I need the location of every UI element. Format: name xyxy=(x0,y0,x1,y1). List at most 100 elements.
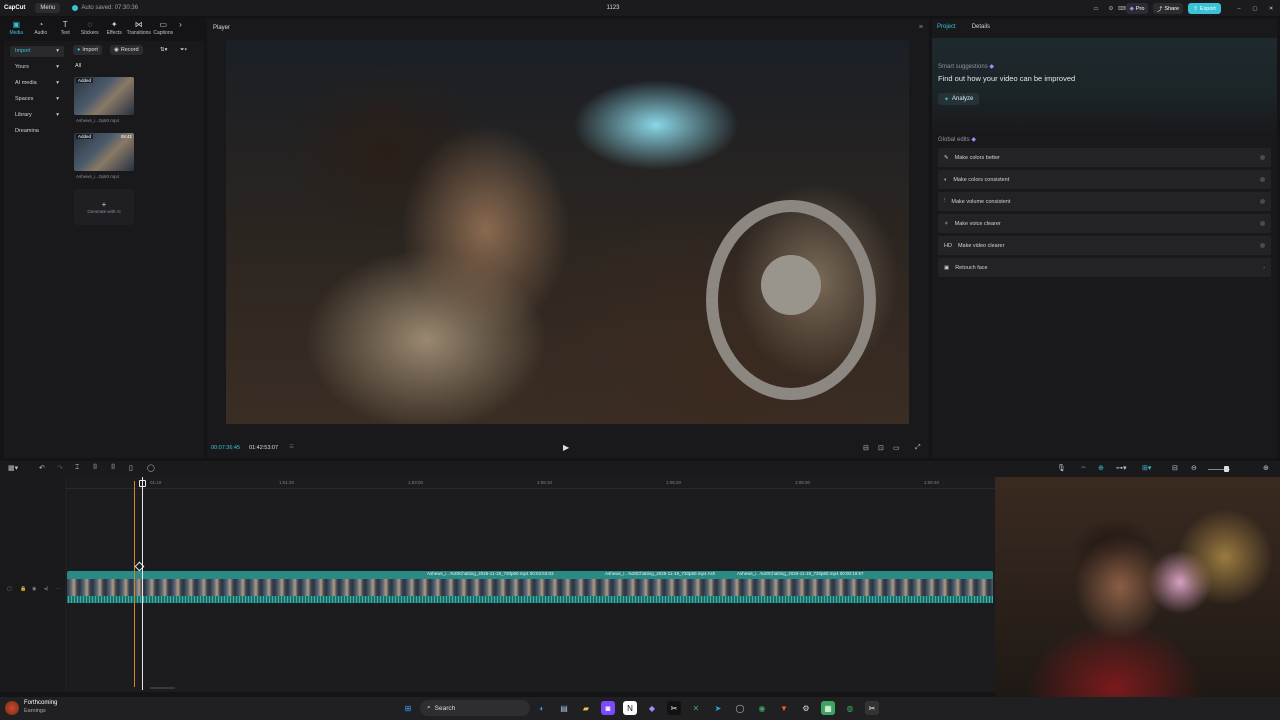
ratio-icon[interactable]: ▭ xyxy=(893,444,900,452)
caption-icon[interactable]: ⊟ xyxy=(1172,464,1178,472)
tab-media[interactable]: ▣ Media xyxy=(4,19,29,39)
settings-icon[interactable]: ⚙ xyxy=(1106,3,1116,14)
tab-transitions[interactable]: ⋈ Transitions xyxy=(127,19,152,39)
project-title[interactable]: 1123 xyxy=(600,5,626,11)
tab-stickers[interactable]: ◌ Stickers xyxy=(78,19,103,39)
filter-icon[interactable]: ⏷▾ xyxy=(176,45,191,55)
steam-icon[interactable]: ⚙ xyxy=(799,701,813,715)
tab-captions[interactable]: ▭ Captions xyxy=(151,19,176,39)
more-icon[interactable]: ⋯ xyxy=(56,586,61,592)
toggle-indicator[interactable] xyxy=(1260,177,1265,182)
spotify-icon[interactable]: ◍ xyxy=(843,701,857,715)
nav-ai-media[interactable]: AI media ▾ xyxy=(10,78,64,89)
brave-icon[interactable]: ▼ xyxy=(777,701,791,715)
undo-icon[interactable]: ↶ xyxy=(39,464,45,472)
timeline[interactable]: ▢ 🔒 ◉ ◂) ⋯ 01:10 1:01:20 1:03:00 1:06:10… xyxy=(0,477,995,692)
notion-icon[interactable]: N xyxy=(623,701,637,715)
timecode-list-icon[interactable]: ☰ xyxy=(289,444,294,450)
minecraft-icon[interactable]: ▦ xyxy=(821,701,835,715)
microphone-icon[interactable]: 🎙 xyxy=(1057,464,1066,472)
windows-start-icon[interactable]: ⊞ xyxy=(401,701,415,715)
import-button[interactable]: ● Import xyxy=(73,45,102,55)
obsidian-icon[interactable]: ◆ xyxy=(645,701,659,715)
tab-effects[interactable]: ✦ Effects xyxy=(102,19,127,39)
split-right-icon[interactable]: ⌷ xyxy=(111,464,115,472)
telegram-icon[interactable]: ➤ xyxy=(711,701,725,715)
zoom-slider-handle[interactable] xyxy=(1224,466,1229,472)
track-cover-icon[interactable]: ▢ xyxy=(7,586,12,592)
nav-dreamina[interactable]: Dreamina xyxy=(10,126,64,137)
layout-icon[interactable]: ▭ xyxy=(1090,3,1102,14)
xbox-icon[interactable]: ✕ xyxy=(689,701,703,715)
fit-icon[interactable]: ⊟ xyxy=(863,444,869,452)
tab-details[interactable]: Details xyxy=(972,24,990,30)
zoom-in-icon[interactable]: ⊕ xyxy=(1263,464,1269,472)
folder-icon[interactable]: ▰ xyxy=(579,701,593,715)
playhead-handle[interactable] xyxy=(139,480,146,487)
edit-make-colors-consistent[interactable]: ◐ Make colors consistent xyxy=(938,170,1271,189)
widget-title[interactable]: Forthcoming xyxy=(24,700,57,706)
horizontal-scrollbar[interactable] xyxy=(150,687,175,689)
video-clip[interactable]: Ashews_i...%20Chatting_2025-11-19_720p60… xyxy=(67,571,993,603)
minimize-icon[interactable]: – xyxy=(1234,3,1244,14)
chrome-icon[interactable]: ◉ xyxy=(755,701,769,715)
twitch-icon[interactable]: ◙ xyxy=(601,701,615,715)
play-icon[interactable]: ▶ xyxy=(563,443,569,452)
edge-icon[interactable]: ◐ xyxy=(535,701,549,715)
taskbar-search[interactable]: ⌕ Search xyxy=(420,700,530,716)
fullscreen-icon[interactable]: ⤢ xyxy=(915,444,921,452)
capcut-active-icon[interactable]: ✂ xyxy=(865,701,879,715)
more-tabs-icon[interactable]: › xyxy=(176,19,186,39)
filter-all[interactable]: All xyxy=(71,61,85,71)
share-button[interactable]: ⤴ Share xyxy=(1153,3,1183,14)
preview-axis-icon[interactable]: ⊶▾ xyxy=(1116,464,1127,472)
github-icon[interactable]: ◯ xyxy=(733,701,747,715)
split-left-icon[interactable]: ⌷ xyxy=(93,464,97,472)
menu-button[interactable]: Menu xyxy=(35,3,61,13)
nav-import[interactable]: Import ▾ xyxy=(10,46,64,57)
generate-with-ai-card[interactable]: + Generate with AI xyxy=(74,189,134,225)
tab-text[interactable]: T Text xyxy=(53,19,78,39)
edit-make-colors-better[interactable]: ✎ Make colors better xyxy=(938,148,1271,167)
tab-audio[interactable]: ◔ Audio xyxy=(29,19,54,39)
redo-icon[interactable]: ↷ xyxy=(57,464,63,472)
export-button[interactable]: ⇪ Export xyxy=(1188,3,1221,14)
nav-yours[interactable]: Yours ▾ xyxy=(10,62,64,73)
tab-project[interactable]: Project xyxy=(937,24,956,30)
nav-library[interactable]: Library ▾ xyxy=(10,110,64,121)
media-thumbnail[interactable]: Added xyxy=(74,77,134,115)
edit-make-voice-clearer[interactable]: ✧ Make voice clearer xyxy=(938,214,1271,233)
visibility-icon[interactable]: ◉ xyxy=(32,586,36,592)
audio-mute-icon[interactable]: ◂) xyxy=(44,586,48,592)
edit-make-video-clearer[interactable]: HD Make video clearer xyxy=(938,236,1271,255)
edit-make-volume-consistent[interactable]: ⫶ Make volume consistent xyxy=(938,192,1271,211)
record-button[interactable]: ◉ Record xyxy=(110,45,143,55)
playhead[interactable] xyxy=(142,477,143,690)
pro-button[interactable]: ◆ Pro xyxy=(1126,3,1148,14)
zoom-out-icon[interactable]: ⊖ xyxy=(1191,464,1197,472)
toggle-indicator[interactable] xyxy=(1260,199,1265,204)
snap-icon[interactable]: ⊞▾ xyxy=(1142,464,1151,472)
lock-icon[interactable]: 🔒 xyxy=(20,586,26,592)
capcut-icon[interactable]: ✂ xyxy=(667,701,681,715)
maximize-icon[interactable]: ▢ xyxy=(1250,3,1260,14)
link-icon[interactable]: ⇔ xyxy=(1080,464,1087,471)
delete-icon[interactable]: ▯ xyxy=(129,464,133,472)
explorer-icon[interactable]: ▤ xyxy=(557,701,571,715)
toggle-indicator[interactable] xyxy=(1260,155,1265,160)
toggle-indicator[interactable] xyxy=(1260,221,1265,226)
marker-icon[interactable]: ◯ xyxy=(147,464,155,472)
edit-retouch-face[interactable]: ▣ Retouch face › xyxy=(938,258,1271,277)
weather-icon[interactable] xyxy=(5,701,19,715)
close-icon[interactable]: ✕ xyxy=(1266,3,1276,14)
video-preview[interactable] xyxy=(226,40,909,424)
nav-spaces[interactable]: Spaces ▾ xyxy=(10,94,64,105)
toggle-indicator[interactable] xyxy=(1260,243,1265,248)
magnet-icon[interactable]: ⊕ xyxy=(1098,464,1104,472)
split-icon[interactable]: ⌶ xyxy=(75,464,79,472)
media-thumbnail[interactable]: Added 08:41 xyxy=(74,133,134,171)
analyze-button[interactable]: ✦ Analyze xyxy=(938,93,980,105)
crop-icon[interactable]: ⊡ xyxy=(878,444,884,452)
sort-icon[interactable]: ⇅▾ xyxy=(156,45,171,55)
layout-icon[interactable]: ▦▾ xyxy=(8,464,18,472)
